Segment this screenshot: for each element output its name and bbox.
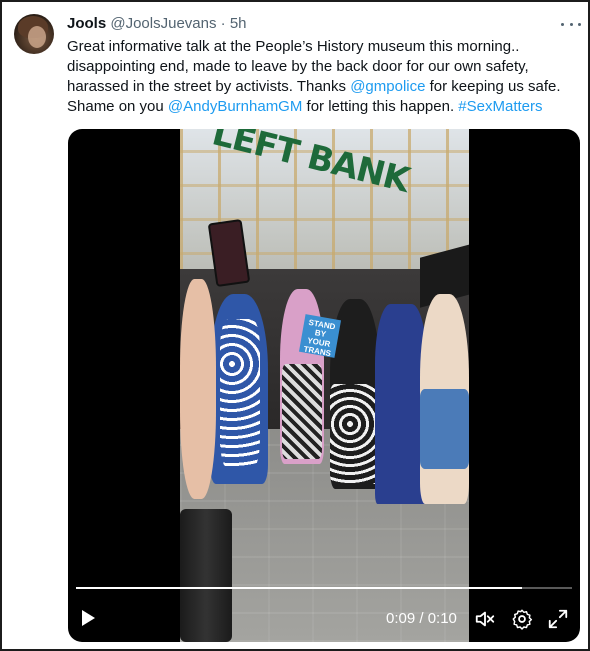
floral-dress xyxy=(220,319,260,469)
play-icon[interactable] xyxy=(82,610,95,626)
fullscreen-icon[interactable] xyxy=(547,608,569,630)
tweet-text: Great informative talk at the People’s H… xyxy=(67,37,579,117)
tweet-text-segment: for letting this happen. xyxy=(302,98,459,115)
avatar[interactable] xyxy=(14,14,54,54)
tweet-link[interactable]: @AndyBurnhamGM xyxy=(168,98,302,115)
avatar-face xyxy=(28,26,46,48)
raised-arm xyxy=(180,279,216,499)
video-progress-bar[interactable] xyxy=(76,587,572,589)
volume-muted-icon[interactable] xyxy=(474,608,496,630)
display-name[interactable]: Jools xyxy=(67,15,106,32)
tweet-timestamp[interactable]: 5h xyxy=(230,15,247,32)
protest-placard: STAND BY YOUR TRANS xyxy=(298,314,342,358)
tweet-link[interactable]: @gmpolice xyxy=(350,78,425,95)
tweet-card: Jools @JoolsJuevans · 5h Great informati… xyxy=(0,0,590,651)
dot xyxy=(561,22,564,26)
separator-dot: · xyxy=(220,15,226,32)
video-controls: 0:09 / 0:10 xyxy=(68,599,580,639)
gear-icon[interactable] xyxy=(511,608,533,630)
patterned-skirt xyxy=(330,384,380,484)
tweet-link[interactable]: #SexMatters xyxy=(458,98,542,115)
video-player[interactable]: LEFT BANK STAND BY YOUR TRANS 0:09 / 0:1… xyxy=(68,129,580,642)
denim-skirt xyxy=(420,389,469,469)
video-progress-fill xyxy=(76,587,523,589)
more-options-icon[interactable] xyxy=(561,16,581,32)
dot xyxy=(569,22,573,26)
tweet-header: Jools @JoolsJuevans · 5h xyxy=(67,15,247,33)
checked-trousers xyxy=(282,364,322,459)
video-frame[interactable]: LEFT BANK STAND BY YOUR TRANS xyxy=(180,129,469,642)
dot xyxy=(578,22,581,26)
user-handle[interactable]: @JoolsJuevans xyxy=(110,15,216,32)
video-time-readout: 0:09 / 0:10 xyxy=(386,610,457,627)
